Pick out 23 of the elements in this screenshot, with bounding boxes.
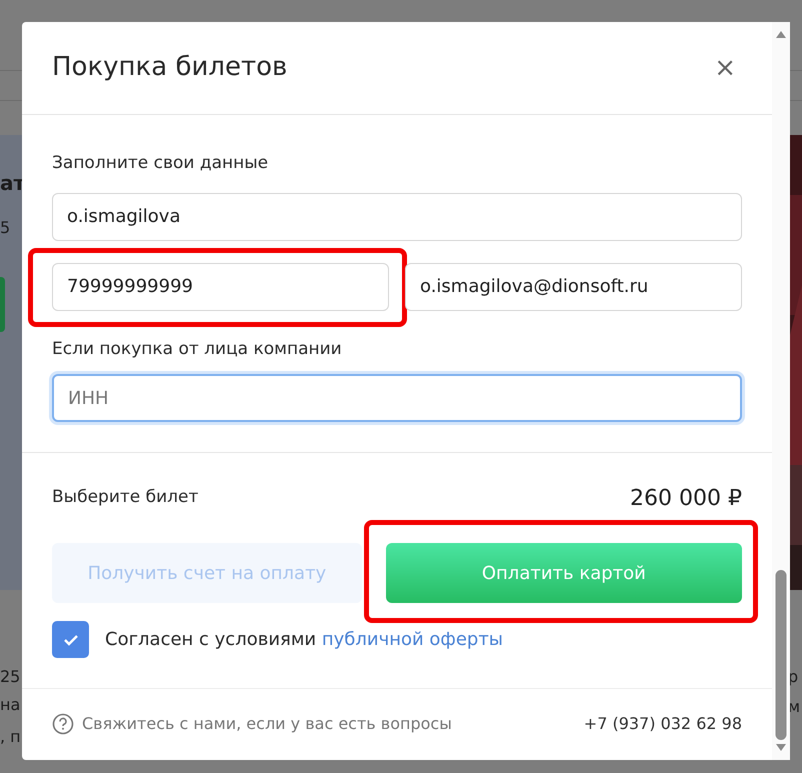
page-text: 25 xyxy=(0,666,20,688)
help-text: Свяжитесь с нами, если у вас есть вопросы xyxy=(82,713,452,735)
ticket-label: Выберите билет xyxy=(52,486,198,510)
dialog-title: Покупка билетов xyxy=(52,52,288,84)
scrollbar[interactable] xyxy=(772,22,790,760)
page-text: ат xyxy=(0,170,26,197)
ticket-price: 260 000 ₽ xyxy=(630,484,742,512)
company-label: Если покупка от лица компании xyxy=(52,338,343,360)
offer-link[interactable]: публичной оферты xyxy=(322,629,504,650)
page-text: , п xyxy=(0,726,21,748)
inn-field[interactable]: ИНН xyxy=(52,374,742,422)
close-button[interactable]: × xyxy=(708,55,742,81)
check-icon xyxy=(62,634,78,646)
email-field[interactable]: o.ismagilova@dionsoft.ru xyxy=(405,262,742,310)
agreement-text: Согласен с условиями публичной оферты xyxy=(105,628,504,652)
name-field[interactable]: o.ismagilova xyxy=(52,192,742,240)
page-text: на xyxy=(0,694,20,716)
phone-field[interactable]: 79999999999 xyxy=(52,262,389,310)
agreement-checkbox[interactable] xyxy=(52,621,89,658)
help-icon xyxy=(52,713,74,735)
contact-phone: +7 (937) 032 62 98 xyxy=(584,713,742,735)
section-label: Заполните свои данные xyxy=(52,152,270,175)
page-text: 5 xyxy=(0,217,10,239)
